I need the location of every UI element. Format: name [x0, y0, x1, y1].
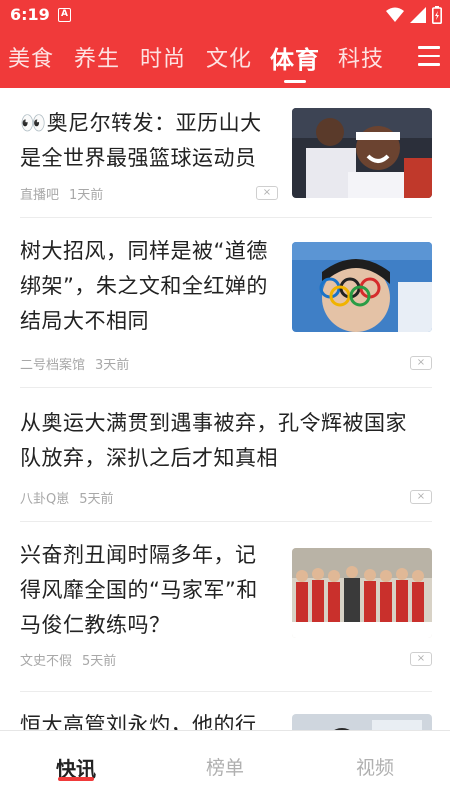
signal-icon	[410, 7, 426, 23]
dismiss-button[interactable]: ×	[410, 356, 432, 370]
nav-video[interactable]: 视频	[356, 753, 394, 780]
active-tab-indicator	[284, 80, 306, 83]
notification-icon: A	[58, 8, 71, 22]
news-title: 恒大高管刘永灼，他的行	[20, 713, 257, 730]
news-meta: 八卦Q崽 5天前	[20, 488, 114, 507]
dismiss-button[interactable]: ×	[256, 186, 278, 200]
news-feed[interactable]: 👀奥尼尔转发：亚历山大 是全世界最强篮球运动员 直播吧 1天前 × 树大招风，同样…	[0, 88, 450, 730]
news-source: 二号档案馆	[20, 358, 86, 373]
news-thumbnail	[292, 714, 432, 730]
wifi-icon	[386, 7, 404, 22]
battery-icon	[432, 6, 442, 24]
news-item[interactable]: 恒大高管刘永灼，他的行	[20, 692, 432, 730]
news-title: 树大招风，同样是被“道德 绑架”，朱之文和全红婵的 结局大不相同	[20, 239, 268, 333]
tab-fashion[interactable]: 时尚	[140, 41, 186, 73]
tab-health[interactable]: 养生	[74, 41, 120, 73]
news-meta: 直播吧 1天前	[20, 184, 103, 203]
tab-tech[interactable]: 科技	[338, 41, 384, 73]
news-time: 1天前	[69, 188, 104, 203]
dismiss-button[interactable]: ×	[410, 652, 432, 666]
news-source: 文史不假	[20, 654, 73, 669]
nav-rankings[interactable]: 榜单	[206, 753, 244, 780]
category-tabs: 美食 养生 时尚 文化 体育 科技	[0, 32, 450, 88]
news-title: 兴奋剂丑闻时隔多年，记 得风靡全国的“马家军”和 马俊仁教练吗？	[20, 543, 258, 637]
news-meta: 文史不假 5天前	[20, 650, 116, 669]
news-thumbnail	[292, 242, 432, 332]
news-source: 八卦Q崽	[20, 492, 70, 507]
news-thumbnail	[292, 108, 432, 198]
news-time: 3天前	[95, 358, 130, 373]
tab-culture[interactable]: 文化	[206, 41, 252, 73]
news-time: 5天前	[82, 654, 117, 669]
news-title: 从奥运大满贯到遇事被弃，孔令辉被国家 队放弃，深扒之后才知真相	[20, 411, 407, 470]
news-item[interactable]: 从奥运大满贯到遇事被弃，孔令辉被国家 队放弃，深扒之后才知真相 八卦Q崽 5天前 …	[20, 388, 432, 522]
tab-sports[interactable]: 体育	[270, 40, 320, 75]
menu-icon[interactable]	[418, 46, 440, 66]
news-time: 5天前	[79, 492, 114, 507]
dismiss-button[interactable]: ×	[410, 490, 432, 504]
news-source: 直播吧	[20, 188, 60, 203]
news-item[interactable]: 树大招风，同样是被“道德 绑架”，朱之文和全红婵的 结局大不相同 二号档案馆 3天…	[20, 222, 432, 388]
news-thumbnail	[292, 548, 432, 638]
status-bar: 6:19 A	[0, 0, 450, 32]
news-meta: 二号档案馆 3天前	[20, 354, 129, 373]
tab-food[interactable]: 美食	[8, 41, 54, 73]
status-time: 6:19	[10, 5, 50, 24]
news-title: 👀奥尼尔转发：亚历山大 是全世界最强篮球运动员	[20, 111, 262, 170]
status-icons	[386, 6, 442, 24]
nav-active-indicator	[58, 777, 94, 781]
news-item[interactable]: 👀奥尼尔转发：亚历山大 是全世界最强篮球运动员 直播吧 1天前 ×	[20, 106, 432, 218]
news-item[interactable]: 兴奋剂丑闻时隔多年，记 得风靡全国的“马家军”和 马俊仁教练吗？ 文史不假 5天…	[20, 522, 432, 692]
bottom-nav: 快讯 榜单 视频	[0, 730, 450, 800]
